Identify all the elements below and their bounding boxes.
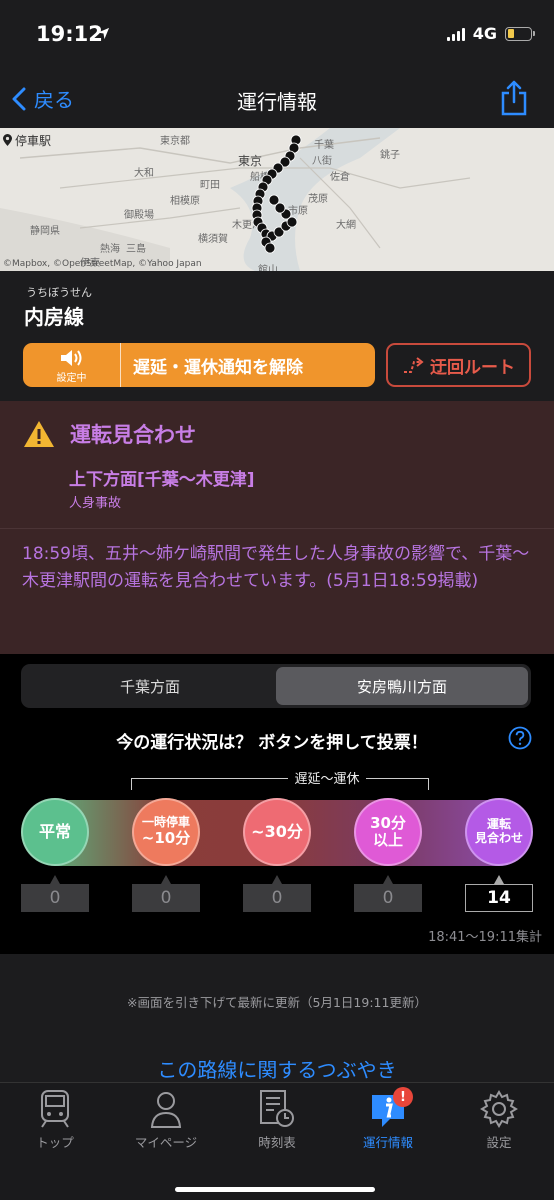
location-arrow-icon: [97, 25, 110, 44]
vote-count-over-30min: 0: [354, 884, 422, 912]
alert-title: 運転見合わせ: [70, 423, 196, 447]
count-pointer: [383, 875, 393, 884]
vote-count-normal: 0: [21, 884, 89, 912]
tab-service-info[interactable]: ! 運行情報: [333, 1087, 443, 1151]
tab-label: 運行情報: [362, 1135, 413, 1150]
count-pointer: [272, 875, 282, 884]
detour-icon: [404, 357, 424, 373]
alert-direction: 上下方面[千葉〜木更津]: [69, 470, 255, 490]
notification-button-label: 遅延・運休通知を解除: [133, 357, 303, 378]
detour-route-button[interactable]: 迂回ルート: [386, 343, 531, 387]
notification-status: 設定中: [23, 343, 121, 387]
vote-over-30min-button[interactable]: 30分 以上: [354, 798, 422, 866]
refresh-note: ※画面を引き下げて最新に更新（5月1日19:11更新）: [127, 995, 427, 1010]
tab-label: 設定: [486, 1135, 512, 1150]
vote-suspended-button[interactable]: 運転 見合わせ: [465, 798, 533, 866]
service-alert: 運転見合わせ 上下方面[千葉〜木更津] 人身事故 18:59頃、五井〜姉ケ崎駅間…: [0, 401, 554, 654]
speaker-icon: [60, 349, 81, 366]
vote-count-stop-10min: 0: [132, 884, 200, 912]
page-title: 運行情報: [237, 90, 317, 114]
notification-sub-label: 設定中: [56, 372, 87, 384]
delay-bracket-label: 遅延〜運休: [0, 768, 554, 787]
tab-alert-badge: !: [393, 1087, 413, 1107]
warning-icon: [24, 421, 54, 447]
signal-icon: [446, 27, 465, 41]
line-tweets-link[interactable]: この路線に関するつぶやき: [0, 1054, 554, 1083]
detour-label: 迂回ルート: [430, 357, 515, 378]
refresh-section: ※画面を引き下げて最新に更新（5月1日19:11更新） この路線に関するつぶやき: [0, 954, 554, 1084]
line-header: うちぼうせん 内房線 設定中 遅延・運休通知を解除 迂回ルート: [0, 271, 554, 401]
home-indicator[interactable]: [175, 1187, 375, 1192]
count-pointer: [494, 875, 504, 884]
question-icon: [508, 726, 532, 750]
alert-divider: [0, 528, 554, 529]
vote-period: 18:41〜19:11集計: [428, 930, 542, 945]
timetable-icon: [260, 1090, 294, 1127]
alert-body: 18:59頃、五井〜姉ケ崎駅間で発生した人身事故の影響で、千葉〜木更津駅間の運転…: [22, 544, 530, 591]
route-stations: [251, 134, 302, 254]
vote-normal-button[interactable]: 平常: [21, 798, 89, 866]
tab-settings[interactable]: 設定: [444, 1089, 554, 1151]
count-pointer: [161, 875, 171, 884]
direction-segmented-control: 千葉方面 安房鴨川方面: [21, 664, 531, 708]
status-time: 19:12: [36, 22, 103, 46]
vote-count-suspended: 14: [465, 884, 533, 912]
vote-section: 千葉方面 安房鴨川方面 今の運行状況は？ ボタンを押して投票！ 遅延〜運休 平常…: [0, 654, 554, 954]
alert-header: 運転見合わせ: [22, 419, 196, 449]
tab-bar: トップ マイページ 時刻表 ! 運行情報 設定: [0, 1082, 554, 1200]
help-button[interactable]: [508, 726, 532, 754]
line-name: 内房線: [24, 305, 84, 329]
count-pointer: [50, 875, 60, 884]
tab-top[interactable]: トップ: [0, 1089, 110, 1151]
train-icon: [41, 1090, 69, 1128]
person-icon: [150, 1092, 182, 1128]
line-ruby: うちぼうせん: [26, 286, 92, 299]
share-button[interactable]: [500, 80, 528, 120]
tab-label: マイページ: [134, 1135, 198, 1150]
status-indicators: 4G: [446, 24, 535, 43]
notification-toggle-button[interactable]: 設定中 遅延・運休通知を解除: [23, 343, 375, 387]
nav-bar: 戻る 運行情報: [0, 70, 554, 128]
network-type: 4G: [472, 24, 497, 43]
vote-30min-button[interactable]: ~30分: [243, 798, 311, 866]
tab-awakamogawa-direction[interactable]: 安房鴨川方面: [276, 667, 528, 705]
tab-timetable[interactable]: 時刻表: [222, 1089, 332, 1151]
tab-label: トップ: [36, 1135, 74, 1150]
tab-label: 時刻表: [258, 1135, 296, 1150]
share-icon: [501, 80, 527, 116]
vote-question: 今の運行状況は？ ボタンを押して投票！: [116, 733, 428, 753]
route-map[interactable]: 停車駅 東京都 東京 千葉 八街 大和 静岡県 茂原 館山 銚子 町田 相模原 …: [0, 128, 554, 271]
vote-stop-10min-button[interactable]: 一時停車 ~10分: [132, 798, 200, 866]
alert-cause: 人身事故: [69, 496, 122, 511]
gear-icon: [480, 1090, 518, 1128]
status-bar: 19:12 4G: [0, 0, 554, 70]
battery-icon: [505, 26, 535, 41]
tab-mypage[interactable]: マイページ: [111, 1089, 221, 1151]
tab-chiba-direction[interactable]: 千葉方面: [24, 667, 276, 705]
vote-count-30min: 0: [243, 884, 311, 912]
map-attribution: ©Mapbox, ©OpenStreetMap, ©Yahoo Japan: [3, 259, 202, 269]
